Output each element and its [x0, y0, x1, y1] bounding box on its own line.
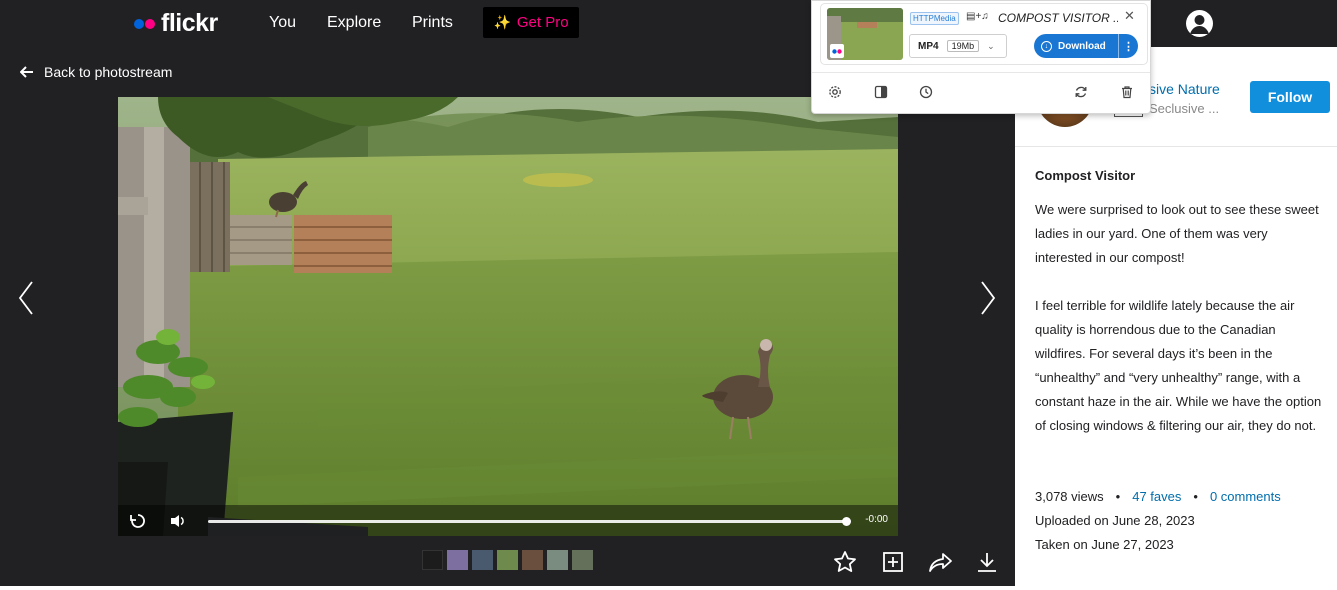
download-extension-popup: HTTPMedia ▤+♫ COMPOST VISITOR ... ✕ MP4 … [811, 0, 1151, 114]
nav-link-you[interactable]: You [269, 14, 296, 32]
faves-link[interactable]: 47 faves [1132, 485, 1181, 509]
video-controls: -0:00 [118, 505, 898, 536]
chevron-right-icon [981, 281, 996, 315]
author-name[interactable]: sive Nature [1149, 81, 1220, 97]
refresh-icon [1075, 86, 1087, 98]
photo-stats: 3,078 views • 47 faves • 0 comments Uplo… [1035, 485, 1281, 557]
gear-icon [829, 86, 841, 98]
format-select[interactable]: MP4 19Mb ⌄ [909, 34, 1007, 58]
bullet-separator: • [1115, 489, 1121, 504]
fave-button[interactable] [833, 550, 857, 579]
flickr-logo[interactable]: flickr [134, 9, 218, 38]
arrow-left-icon [20, 66, 33, 78]
panel-icon [874, 85, 888, 99]
volume-icon [171, 514, 184, 527]
back-to-photostream-link[interactable]: Back to photostream [20, 64, 172, 80]
video-audio-icon: ▤+♫ [966, 11, 989, 22]
nav-link-prints[interactable]: Prints [412, 14, 453, 32]
logo-wordmark: flickr [161, 9, 218, 37]
media-card: HTTPMedia ▤+♫ COMPOST VISITOR ... ✕ MP4 … [820, 3, 1148, 65]
history-button[interactable] [919, 85, 933, 104]
close-icon[interactable]: ✕ [1124, 8, 1135, 24]
logo-pink-dot [145, 18, 155, 29]
filmstrip [422, 550, 593, 570]
photo-description: We were surprised to look out to see the… [1035, 198, 1325, 462]
filmstrip-thumb[interactable] [522, 550, 543, 570]
user-icon [1190, 15, 1209, 34]
media-thumbnail [827, 8, 903, 60]
volume-button[interactable] [164, 505, 192, 536]
follow-button[interactable]: Follow [1250, 81, 1330, 113]
profile-avatar-icon[interactable] [1186, 10, 1213, 37]
format-label: MP4 [918, 40, 939, 52]
replay-icon [130, 513, 145, 528]
download-media-button[interactable]: ↓ Download ⋮ [1034, 34, 1138, 58]
back-link-label: Back to photostream [44, 64, 173, 80]
flickr-favicon-icon [830, 44, 844, 58]
download-icon [978, 553, 996, 572]
sparkle-icon: ✨ [493, 14, 511, 30]
photo-sidebar: sive Nature Seclusive ... Follow Compost… [1015, 47, 1337, 590]
star-icon [834, 551, 856, 572]
filmstrip-thumb[interactable] [572, 550, 593, 570]
description-paragraph: I feel terrible for wildlife lately beca… [1035, 298, 1322, 433]
uploaded-date: Uploaded on June 28, 2023 [1035, 513, 1195, 528]
filmstrip-thumb[interactable] [547, 550, 568, 570]
filmstrip-thumb[interactable] [422, 550, 443, 570]
refresh-button[interactable] [1074, 85, 1088, 104]
chevron-left-icon [18, 281, 33, 315]
bullet-separator: • [1193, 489, 1198, 504]
video-frame [118, 97, 898, 536]
sidebar-toggle-button[interactable] [874, 85, 888, 104]
logo-blue-dot [134, 18, 144, 29]
chevron-down-icon: ⌄ [987, 40, 995, 51]
main-video[interactable] [118, 97, 898, 536]
filmstrip-thumb[interactable] [497, 550, 518, 570]
time-remaining: -0:00 [865, 514, 888, 525]
add-to-gallery-button[interactable] [881, 550, 905, 579]
clear-button[interactable] [1120, 85, 1134, 104]
download-button[interactable] [975, 550, 999, 579]
replay-button[interactable] [124, 505, 152, 536]
size-label: 19Mb [946, 40, 980, 52]
share-button[interactable] [928, 550, 954, 579]
media-title: COMPOST VISITOR ... [998, 11, 1118, 25]
filmstrip-thumb[interactable] [472, 550, 493, 570]
add-box-icon [883, 552, 903, 572]
next-photo-button[interactable] [979, 280, 997, 321]
more-options-icon[interactable]: ⋮ [1118, 34, 1138, 58]
filmstrip-thumb[interactable] [447, 550, 468, 570]
popup-divider [812, 72, 1150, 73]
get-pro-label: Get Pro [516, 14, 569, 31]
clock-icon [919, 85, 933, 99]
download-label: Download [1058, 40, 1106, 52]
comments-link[interactable]: 0 comments [1210, 485, 1281, 509]
get-pro-button[interactable]: ✨ Get Pro [483, 7, 579, 38]
nav-link-explore[interactable]: Explore [327, 14, 381, 32]
description-paragraph: We were surprised to look out to see the… [1035, 202, 1319, 265]
taken-date: Taken on June 27, 2023 [1035, 537, 1174, 552]
download-circle-icon: ↓ [1041, 40, 1052, 52]
author-subtitle: Seclusive ... [1149, 101, 1220, 116]
trash-icon [1122, 86, 1132, 99]
stats-row: 3,078 views • 47 faves • 0 comments [1035, 485, 1281, 509]
settings-button[interactable] [828, 85, 842, 104]
share-arrow-icon [929, 553, 952, 572]
previous-photo-button[interactable] [17, 280, 35, 321]
httpmedia-badge: HTTPMedia [910, 12, 959, 25]
views-count: 3,078 views [1035, 489, 1104, 504]
progress-handle[interactable] [842, 517, 851, 526]
progress-track[interactable] [208, 520, 846, 523]
photo-title: Compost Visitor [1035, 168, 1136, 183]
